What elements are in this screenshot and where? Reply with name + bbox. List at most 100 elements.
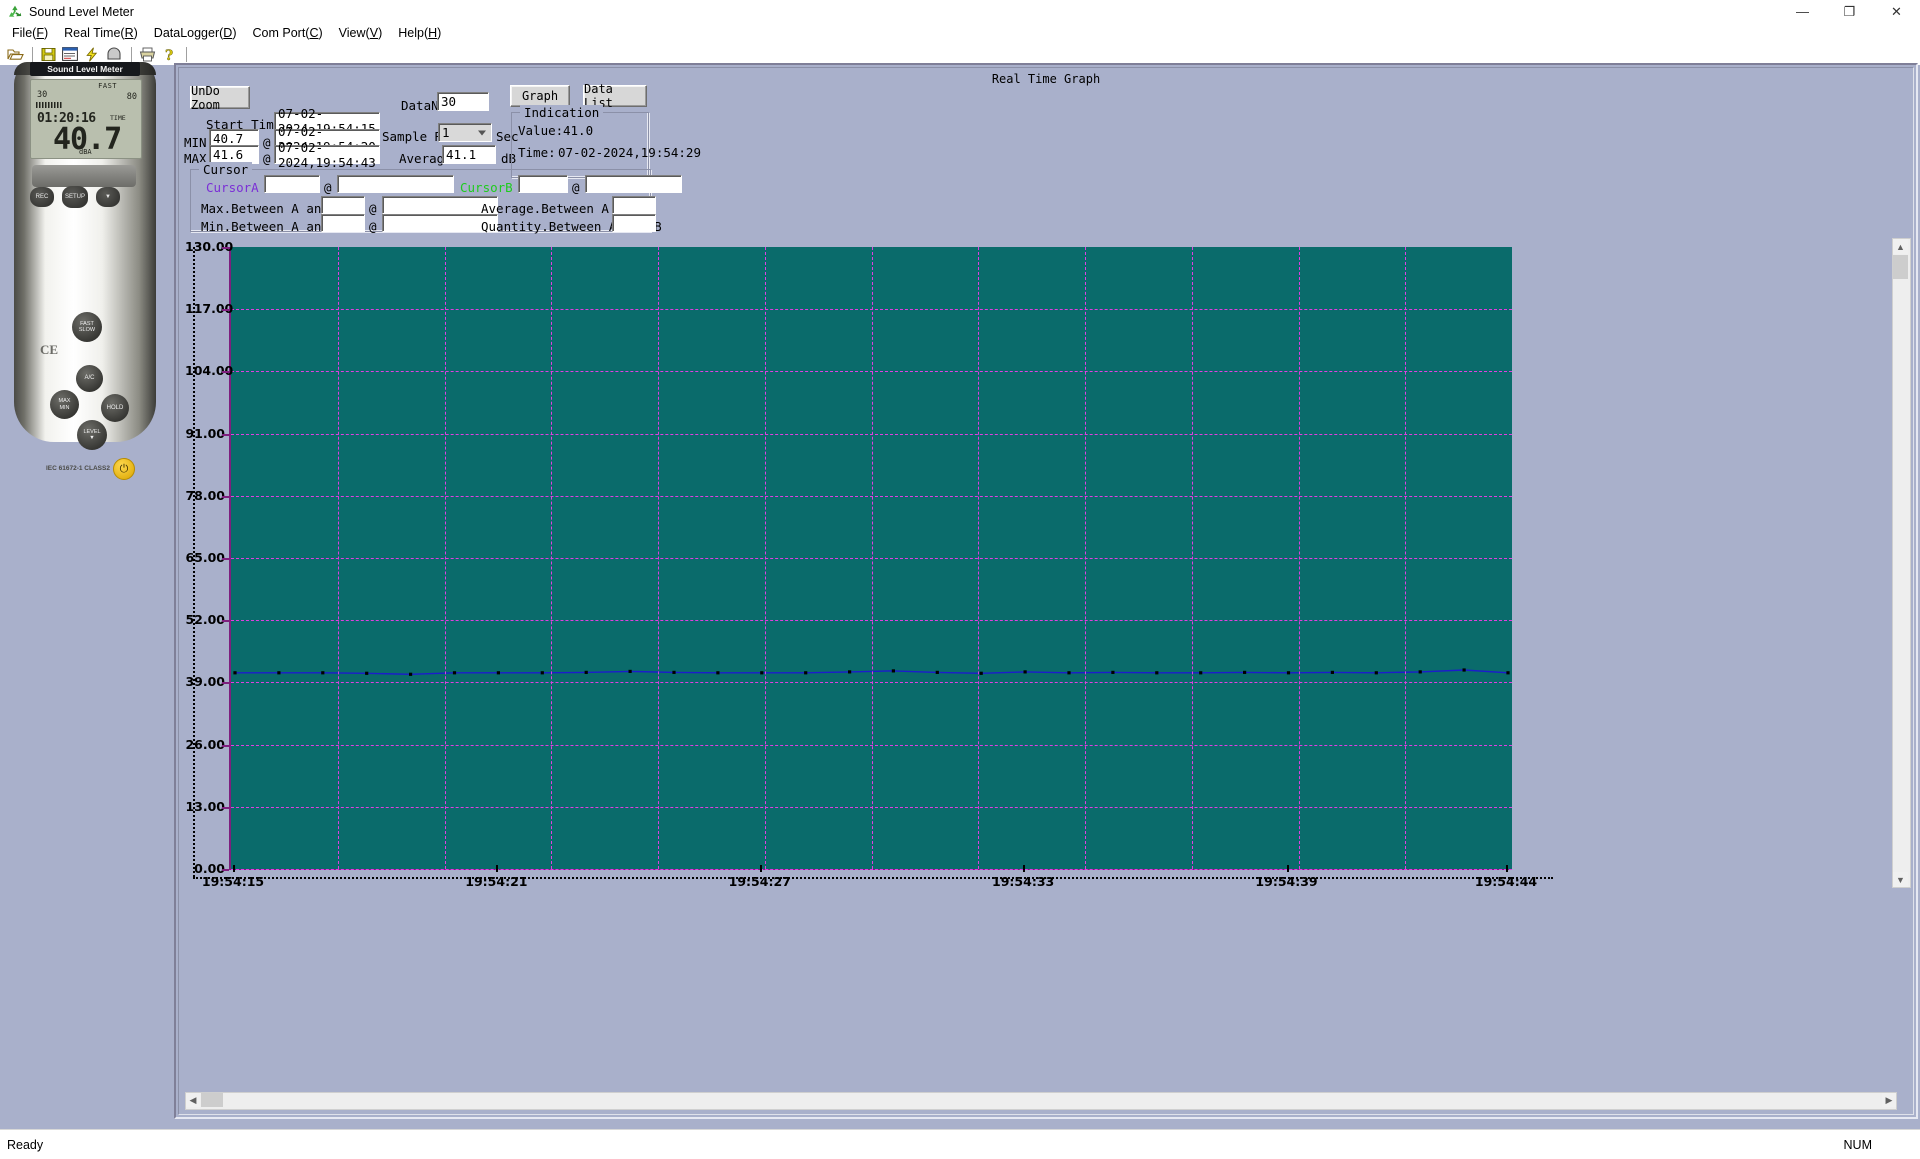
save-icon[interactable] — [38, 44, 58, 64]
menu-item-datalogger[interactable]: DataLogger(D) — [146, 24, 245, 42]
open-icon[interactable] — [5, 44, 25, 64]
status-bar: Ready NUM — [0, 1129, 1920, 1159]
data-list-tab-button[interactable]: Data List — [583, 82, 647, 110]
chart-gridline-h — [231, 869, 1512, 870]
chart-y-tick-label: 104.00 — [185, 363, 234, 379]
toolbar-separator-2 — [131, 46, 132, 62]
quantity-between-field[interactable] — [612, 214, 656, 232]
cursor-a-label: CursorA — [206, 180, 259, 195]
cursor-a-value-field[interactable] — [264, 175, 320, 193]
chart-y-tick-mark — [222, 806, 229, 809]
ce-mark: CE — [40, 342, 59, 357]
sample-rate-select[interactable]: 1 — [438, 123, 492, 142]
chart-y-tick-mark — [222, 433, 229, 436]
minimize-button[interactable]: — — [1779, 0, 1826, 23]
cursor-b-time-field[interactable] — [585, 175, 682, 193]
cursor-a-at-symbol: @ — [324, 180, 332, 195]
device-setup-button: SETUP — [62, 186, 88, 208]
status-ready-text: Ready — [7, 1137, 44, 1152]
device-button-row: REC SETUP ▼ — [30, 186, 140, 209]
datalist-icon[interactable] — [60, 44, 80, 64]
print-icon[interactable] — [137, 44, 157, 64]
graph-tab-button[interactable]: Graph — [510, 85, 570, 107]
app-window: Sound Level Meter — ❐ ✕ File(F) Real Tim… — [0, 0, 1920, 1159]
average-field[interactable]: 41.1 — [442, 145, 496, 164]
chart-plot-area[interactable] — [229, 247, 1512, 870]
scroll-right-icon[interactable]: ▶ — [1882, 1093, 1896, 1107]
chart-y-tick-label: 78.00 — [185, 487, 225, 503]
menu-item-view[interactable]: View(V) — [331, 24, 391, 42]
data-no-field[interactable]: 30 — [437, 92, 489, 111]
min-between-value-field[interactable] — [321, 214, 365, 232]
lcd-range-low: 30 — [37, 90, 48, 100]
menu-item-com-port[interactable]: Com Port(C) — [245, 24, 331, 42]
chart-gridline-v — [1085, 247, 1086, 869]
chart-gridline-v — [871, 247, 873, 869]
menu-mnemonic-view: V — [369, 26, 379, 40]
max-between-value-field[interactable] — [321, 196, 365, 214]
close-button[interactable]: ✕ — [1873, 0, 1920, 23]
average-between-field[interactable] — [612, 196, 656, 214]
chevron-down-icon — [478, 130, 486, 135]
chart-x-tick-label: 19:54:15 — [201, 874, 265, 889]
chart-x-tick-label: 19:54:39 — [1255, 874, 1318, 889]
help-icon[interactable]: ? — [159, 44, 179, 64]
lcd-bargraph — [36, 102, 62, 108]
chart-gridline-v — [978, 247, 980, 869]
max-between-at-symbol: @ — [369, 201, 377, 216]
maximize-button[interactable]: ❐ — [1826, 0, 1873, 23]
window-title: Sound Level Meter — [29, 4, 134, 19]
menu-mnemonic-real-time: R — [124, 26, 134, 40]
menu-label-com-port: Com Port — [252, 26, 306, 40]
menu-mnemonic-file: F — [36, 26, 44, 40]
device-level-arrow-icon: ▼ — [89, 435, 95, 441]
cursor-a-time-field[interactable] — [337, 175, 454, 193]
chart-y-tick-mark — [222, 744, 229, 747]
chart-y-tick-mark — [222, 371, 229, 374]
device-rec-button: REC — [30, 187, 54, 207]
indication-caption: Indication — [520, 105, 604, 120]
chart-y-tick-label: 117.00 — [185, 301, 234, 317]
undo-zoom-button[interactable]: UnDo Zoom — [190, 84, 250, 112]
cursor-b-value-field[interactable] — [518, 175, 568, 193]
device-lcd: FAST 30 80 01:20:16 TIME 40.7 dBA — [30, 79, 142, 159]
chart-horizontal-scrollbar[interactable]: ◀ ▶ — [185, 1092, 1897, 1110]
lcd-timer-label: TIME — [110, 114, 126, 122]
chart-x-tick-mark — [1023, 865, 1026, 872]
device-max-min-button: MAX MIN — [50, 390, 79, 419]
chart-x-tick-mark — [759, 865, 762, 872]
indication-value: 41.0 — [563, 123, 594, 138]
device-down-button: ▼ — [96, 187, 120, 207]
menu-item-real-time[interactable]: Real Time(R) — [56, 24, 146, 42]
chart-gridline-v — [551, 247, 553, 869]
chart-x-tick-label: 19:54:33 — [992, 874, 1055, 889]
scroll-up-icon[interactable]: ▲ — [1893, 239, 1908, 254]
chart-gridline-v — [1298, 247, 1300, 869]
toolbar-separator-3 — [186, 46, 187, 62]
menu-item-help[interactable]: Help(H) — [390, 24, 449, 42]
stop-icon[interactable] — [104, 44, 124, 64]
chart-x-tick-mark — [1286, 865, 1289, 872]
scroll-down-icon[interactable]: ▼ — [1893, 872, 1908, 887]
menu-item-file[interactable]: File(F) — [4, 24, 56, 42]
chart-y-tick-mark — [222, 495, 229, 498]
device-standard-label: IEC 61672-1 CLASS2 — [46, 465, 110, 472]
scroll-left-icon[interactable]: ◀ — [186, 1093, 200, 1107]
cursor-caption: Cursor — [199, 162, 253, 177]
horizontal-scroll-thumb[interactable] — [201, 1093, 223, 1107]
chart-y-tick-mark — [222, 620, 229, 623]
max-time-field[interactable]: 07-02-2024,19:54:43 — [274, 140, 380, 170]
menu-label-file: File — [12, 26, 33, 40]
real-time-chart[interactable]: 130.00 117.00 104.00 91.00 78.00 65.00 52.00 39… — [185, 239, 1553, 900]
realtime-icon[interactable] — [82, 44, 102, 64]
min-between-at-symbol: @ — [369, 219, 377, 234]
chart-y-tick-mark — [222, 558, 229, 560]
sample-rate-value: 1 — [442, 125, 450, 140]
chart-x-tick-mark — [1506, 865, 1508, 872]
vertical-scroll-thumb[interactable] — [1893, 255, 1908, 279]
app-recycle-icon — [7, 4, 23, 20]
menu-label-datalogger: DataLogger — [153, 26, 220, 40]
chart-vertical-scrollbar[interactable]: ▲ ▼ — [1892, 238, 1911, 888]
max-at-symbol: @ — [263, 151, 271, 166]
chart-gridline-v — [764, 247, 766, 869]
